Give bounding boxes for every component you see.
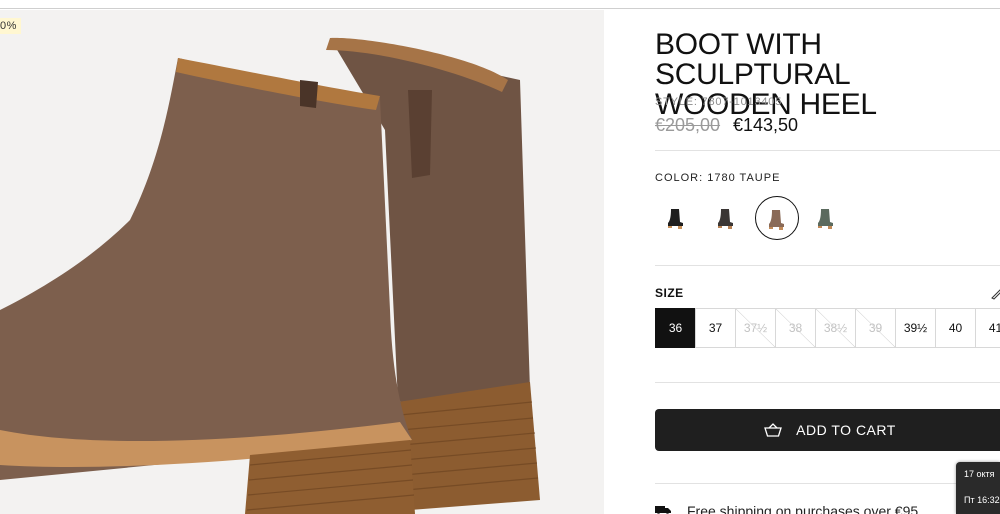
swatch-boot-thumbnail xyxy=(718,209,733,229)
truck-icon xyxy=(655,506,671,514)
size-option[interactable]: 36 xyxy=(655,308,696,348)
size-option[interactable]: 41 xyxy=(975,308,1000,348)
divider xyxy=(655,150,1000,151)
size-label: SIZE xyxy=(655,286,684,300)
color-swatch-taupe[interactable] xyxy=(755,196,799,240)
divider xyxy=(655,483,1000,484)
page-top-border xyxy=(0,8,1000,9)
color-swatch-black[interactable] xyxy=(655,196,699,240)
swatch-boot-thumbnail xyxy=(769,210,784,230)
size-selector: 36 37 37½ 38 38½ 39 39½ 40 41 xyxy=(655,308,1000,348)
clock-time: Пт 16:32 xyxy=(964,495,1000,505)
size-option[interactable]: 37 xyxy=(695,308,736,348)
size-option[interactable]: 38½ xyxy=(815,308,856,348)
swatch-boot-thumbnail xyxy=(818,209,833,229)
size-option[interactable]: 39 xyxy=(855,308,896,348)
basket-icon xyxy=(764,423,783,437)
product-image-gallery[interactable]: 0% xyxy=(0,10,604,514)
size-option[interactable]: 40 xyxy=(935,308,976,348)
clock-date: 17 октя xyxy=(964,469,995,479)
color-swatch-dark-grey[interactable] xyxy=(705,196,749,240)
ruler-icon[interactable] xyxy=(990,286,1000,300)
color-label: COLOR: 1780 TAUPE xyxy=(655,172,781,184)
swatch-boot-thumbnail xyxy=(668,209,683,229)
free-shipping-notice: Free shipping on purchases over €95 xyxy=(655,503,918,514)
divider xyxy=(655,265,1000,266)
original-price: €205,00 xyxy=(655,115,721,135)
add-to-cart-label: ADD TO CART xyxy=(796,422,896,438)
size-option[interactable]: 38 xyxy=(775,308,816,348)
taskbar-clock[interactable]: 17 октя Пт 16:32 xyxy=(956,462,1000,514)
size-option[interactable]: 37½ xyxy=(735,308,776,348)
style-code: STYLE: 7807-1013405 xyxy=(655,96,783,108)
size-option[interactable]: 39½ xyxy=(895,308,936,348)
product-image xyxy=(0,37,540,514)
product-info-panel: BOOT WITH SCULPTURAL WOODEN HEEL STYLE: … xyxy=(655,10,1000,514)
divider xyxy=(655,382,1000,383)
discount-badge: 0% xyxy=(0,18,21,34)
color-swatch-green[interactable] xyxy=(805,196,849,240)
sale-price: €143,50 xyxy=(733,115,799,135)
free-shipping-text: Free shipping on purchases over €95 xyxy=(687,503,919,514)
add-to-cart-button[interactable]: ADD TO CART xyxy=(655,409,1000,451)
